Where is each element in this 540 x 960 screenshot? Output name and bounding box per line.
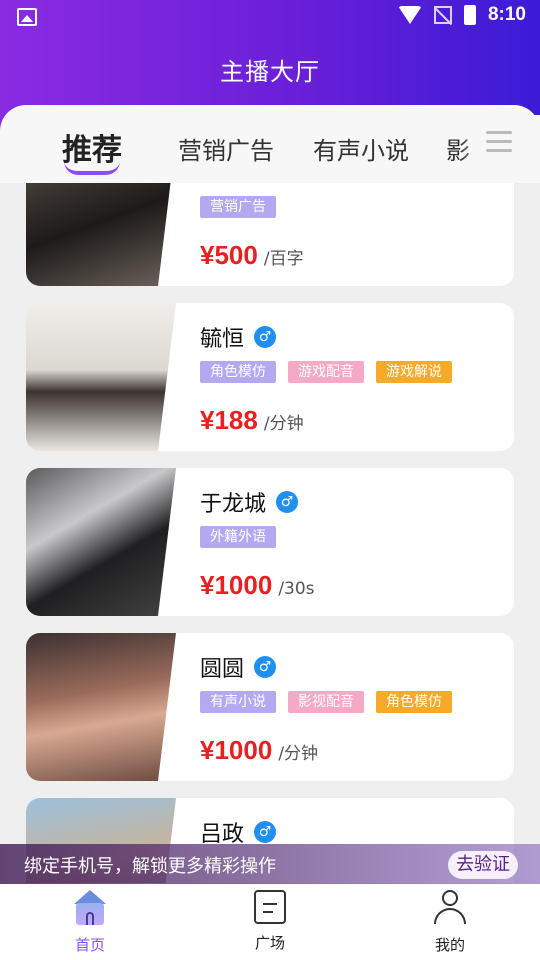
menu-icon[interactable]: [486, 131, 512, 153]
status-bar: 8:10: [0, 0, 540, 36]
verify-button[interactable]: 去验证: [448, 851, 518, 879]
nav-square-label: 广场: [254, 934, 285, 952]
price-unit: /百字: [263, 249, 304, 269]
page-title: 主播大厅: [220, 58, 320, 86]
tab-audio-novel[interactable]: 有声小说: [313, 131, 409, 166]
nav-profile[interactable]: 我的: [390, 890, 510, 955]
anchor-photo: [26, 303, 176, 451]
tag: 营销广告: [200, 196, 276, 218]
nav-profile-label: 我的: [434, 936, 465, 954]
bind-phone-banner: 绑定手机号，解锁更多精彩操作 去验证: [0, 844, 540, 884]
status-time: 8:10: [487, 4, 526, 25]
anchor-name: 毓恒: [200, 327, 245, 352]
no-signal-icon: [433, 6, 452, 24]
active-tab-indicator: [64, 161, 120, 175]
anchor-list: 营销广告 ¥500 /百字 毓恒 ♂ 角色模仿 游戏配音 游戏解说 ¥188 /…: [0, 183, 540, 883]
tab-marketing-ads[interactable]: 营销广告: [178, 131, 274, 166]
price-unit: /分钟: [278, 744, 319, 764]
anchor-card[interactable]: 营销广告 ¥500 /百字: [26, 183, 514, 286]
tag: 游戏配音: [288, 361, 364, 383]
tag: 有声小说: [200, 691, 276, 713]
profile-icon: [432, 890, 468, 926]
tag: 游戏解说: [376, 361, 452, 383]
anchor-photo: [26, 633, 176, 781]
anchor-card[interactable]: 于龙城 ♂ 外籍外语 ¥1000 /30s: [26, 468, 514, 616]
square-icon: [254, 890, 286, 924]
male-icon: ♂: [276, 491, 299, 513]
nav-home[interactable]: 首页: [30, 890, 150, 955]
category-tabs: 推荐 营销广告 有声小说 影: [0, 105, 540, 183]
price-unit: /30s: [278, 579, 315, 599]
price-unit: /分钟: [263, 414, 304, 434]
male-icon: ♂: [254, 326, 277, 348]
bottom-nav: 首页 广场 我的: [0, 884, 540, 960]
price: ¥500: [200, 240, 258, 270]
anchor-photo: [26, 183, 176, 286]
tag: 角色模仿: [200, 361, 276, 383]
nav-home-label: 首页: [74, 936, 105, 954]
wifi-icon: [397, 6, 422, 24]
anchor-card[interactable]: 毓恒 ♂ 角色模仿 游戏配音 游戏解说 ¥188 /分钟: [26, 303, 514, 451]
anchor-name: 圆圆: [200, 657, 245, 682]
battery-icon: [463, 5, 476, 25]
male-icon: ♂: [254, 656, 277, 678]
anchor-photo: [26, 468, 176, 616]
home-icon: [72, 890, 108, 926]
anchor-name: 于龙城: [200, 492, 267, 517]
anchor-card[interactable]: 圆圆 ♂ 有声小说 影视配音 角色模仿 ¥1000 /分钟: [26, 633, 514, 781]
banner-text: 绑定手机号，解锁更多精彩操作: [24, 856, 276, 877]
nav-square[interactable]: 广场: [210, 890, 330, 953]
tag: 影视配音: [288, 691, 364, 713]
tag: 外籍外语: [200, 526, 276, 548]
price: ¥1000: [200, 570, 273, 600]
price: ¥1000: [200, 735, 273, 765]
image-notification-icon: [17, 8, 37, 26]
tag: 角色模仿: [376, 691, 452, 713]
male-icon: ♂: [254, 821, 277, 843]
price: ¥188: [200, 405, 258, 435]
